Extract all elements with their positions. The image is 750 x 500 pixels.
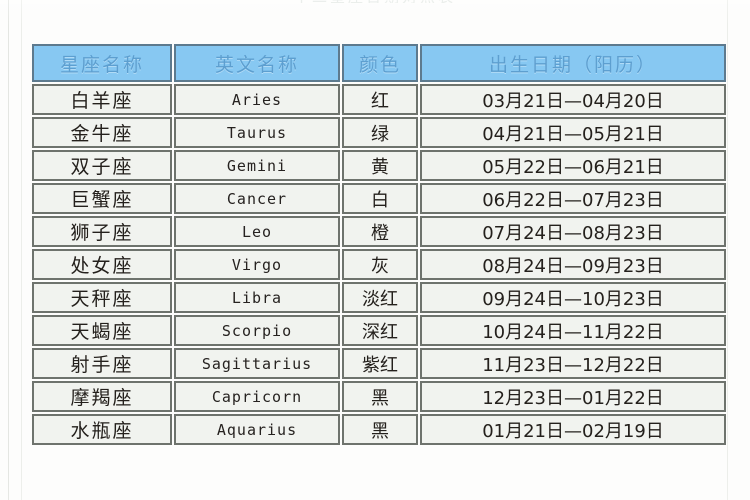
table-row: 狮子座 Leo 橙 07月24日—08月23日: [32, 216, 726, 247]
cell-color: 红: [342, 84, 418, 115]
table-row: 天秤座 Libra 淡红 09月24日—10月23日: [32, 282, 726, 313]
cell-color: 橙: [342, 216, 418, 247]
cell-birth-date: 09月24日—10月23日: [420, 282, 726, 313]
table-row: 水瓶座 Aquarius 黑 01月21日—02月19日: [32, 414, 726, 445]
cell-zodiac-name: 狮子座: [32, 216, 172, 247]
table-row: 巨蟹座 Cancer 白 06月22日—07月23日: [32, 183, 726, 214]
cell-zodiac-name: 白羊座: [32, 84, 172, 115]
cell-birth-date: 11月23日—12月22日: [420, 348, 726, 379]
cell-english-name: Capricorn: [174, 381, 340, 412]
cell-zodiac-name: 射手座: [32, 348, 172, 379]
cell-color: 白: [342, 183, 418, 214]
cell-birth-date: 03月21日—04月20日: [420, 84, 726, 115]
cell-birth-date: 06月22日—07月23日: [420, 183, 726, 214]
cell-birth-date: 01月21日—02月19日: [420, 414, 726, 445]
cell-color: 淡红: [342, 282, 418, 313]
table-header-row: 星座名称 英文名称 颜色 出生日期（阳历）: [32, 44, 726, 82]
cell-zodiac-name: 处女座: [32, 249, 172, 280]
cell-color: 黑: [342, 381, 418, 412]
cell-birth-date: 07月24日—08月23日: [420, 216, 726, 247]
cell-zodiac-name: 天蝎座: [32, 315, 172, 346]
page-margin-rule-outer: [8, 0, 9, 500]
cell-english-name: Virgo: [174, 249, 340, 280]
column-header-english: 英文名称: [174, 44, 340, 82]
column-header-date: 出生日期（阳历）: [420, 44, 726, 82]
cell-color: 黄: [342, 150, 418, 181]
zodiac-table-body: 白羊座 Aries 红 03月21日—04月20日 金牛座 Taurus 绿 04月21日—0…: [32, 84, 726, 445]
table-row: 天蝎座 Scorpio 深红 10月24日—11月22日: [32, 315, 726, 346]
cell-english-name: Cancer: [174, 183, 340, 214]
cell-zodiac-name: 天秤座: [32, 282, 172, 313]
cell-birth-date: 04月21日—05月21日: [420, 117, 726, 148]
cell-english-name: Aries: [174, 84, 340, 115]
cell-zodiac-name: 摩羯座: [32, 381, 172, 412]
cell-color: 黑: [342, 414, 418, 445]
table-row: 金牛座 Taurus 绿 04月21日—05月21日: [32, 117, 726, 148]
cell-english-name: Libra: [174, 282, 340, 313]
cell-english-name: Taurus: [174, 117, 340, 148]
zodiac-table: 星座名称 英文名称 颜色 出生日期（阳历） 白羊座 Aries 红 03月21日—04…: [30, 42, 728, 447]
cell-zodiac-name: 水瓶座: [32, 414, 172, 445]
cell-color: 绿: [342, 117, 418, 148]
cell-english-name: Scorpio: [174, 315, 340, 346]
cell-english-name: Leo: [174, 216, 340, 247]
table-row: 白羊座 Aries 红 03月21日—04月20日: [32, 84, 726, 115]
cut-off-caption: 十二星座日期对照表: [0, 0, 750, 3]
cell-color: 紫红: [342, 348, 418, 379]
cell-birth-date: 08月24日—09月23日: [420, 249, 726, 280]
cell-zodiac-name: 巨蟹座: [32, 183, 172, 214]
cell-english-name: Sagittarius: [174, 348, 340, 379]
column-header-name: 星座名称: [32, 44, 172, 82]
cell-birth-date: 12月23日—01月22日: [420, 381, 726, 412]
table-row: 处女座 Virgo 灰 08月24日—09月23日: [32, 249, 726, 280]
page-margin-rule-inner: [21, 0, 22, 500]
cell-birth-date: 10月24日—11月22日: [420, 315, 726, 346]
column-header-color: 颜色: [342, 44, 418, 82]
cell-birth-date: 05月22日—06月21日: [420, 150, 726, 181]
table-row: 摩羯座 Capricorn 黑 12月23日—01月22日: [32, 381, 726, 412]
cell-english-name: Gemini: [174, 150, 340, 181]
cell-zodiac-name: 金牛座: [32, 117, 172, 148]
cell-color: 深红: [342, 315, 418, 346]
scanned-page: 十二星座日期对照表 星座名称 英文名称 颜色 出生日期（阳历） 白羊座Aries…: [0, 0, 750, 500]
table-row: 射手座 Sagittarius 紫红 11月23日—12月22日: [32, 348, 726, 379]
zodiac-table-container: 星座名称 英文名称 颜色 出生日期（阳历） 白羊座 Aries 红 03月21日—04…: [30, 42, 726, 447]
cell-english-name: Aquarius: [174, 414, 340, 445]
cell-color: 灰: [342, 249, 418, 280]
cell-zodiac-name: 双子座: [32, 150, 172, 181]
table-row: 双子座 Gemini 黄 05月22日—06月21日: [32, 150, 726, 181]
